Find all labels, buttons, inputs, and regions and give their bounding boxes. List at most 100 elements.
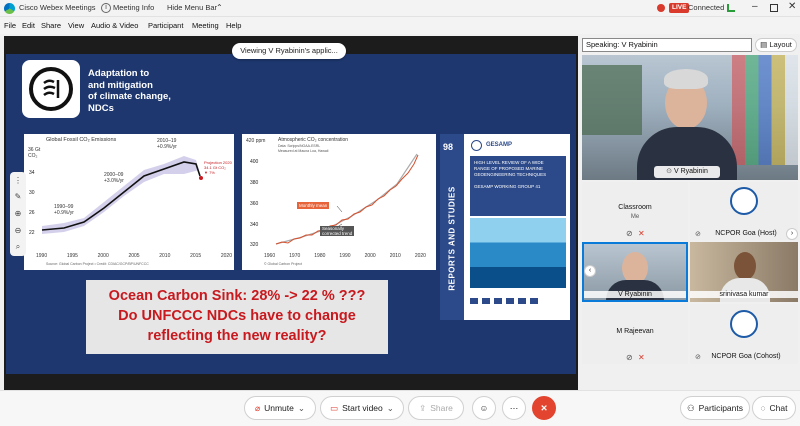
layout-icon: ▤ [760, 40, 768, 49]
annotate-icon[interactable]: ✎ [15, 192, 22, 201]
chart2-xtick: 1980 [314, 253, 326, 259]
meeting-info-button[interactable]: Meeting Info [113, 3, 154, 12]
scroll-right-button[interactable]: › [786, 228, 798, 240]
menu-file[interactable]: File [4, 21, 16, 30]
participants-button[interactable]: ⚇ Participants [680, 396, 750, 420]
unmute-button[interactable]: ⌀ Unmute ⌄ [244, 396, 316, 420]
maximize-icon[interactable] [770, 4, 778, 12]
chart2-source: © Global Carbon Project [264, 262, 302, 266]
viewing-label[interactable]: Viewing V Ryabinin's applic... [232, 43, 346, 59]
chart1-annotation-line: +0.9%/yr [157, 144, 177, 150]
title-bar: Cisco Webex Meetings i Meeting Info Hide… [0, 0, 800, 17]
zoom-out-icon[interactable]: ⊖ [15, 226, 22, 235]
speaking-indicator: Speaking: V Ryabinin [582, 38, 752, 52]
menu-share[interactable]: Share [41, 21, 61, 30]
chart2-ytick: 340 [250, 222, 259, 228]
more-options-button[interactable]: ⋯ [502, 396, 526, 420]
chart1-annotation: 2000–09 +3.0%/yr [104, 172, 124, 184]
close-icon[interactable]: ✕ [788, 1, 796, 12]
speaker-mic-icon: ⊙ [666, 168, 673, 175]
partner-logo-icon [482, 298, 490, 304]
menu-meeting[interactable]: Meeting [192, 21, 219, 30]
chart1-unit-line: CO₂ [28, 153, 38, 159]
info-icon[interactable]: i [101, 3, 111, 13]
participant-tile-active[interactable]: V Ryabinin [582, 242, 688, 302]
active-speaker-video[interactable]: ⊙ V Ryabinin [582, 55, 798, 180]
flags-background [582, 65, 642, 135]
unfccc-logo [22, 60, 80, 118]
chart1-xtick: 2000 [97, 253, 109, 259]
emissions-chart-svg [41, 156, 203, 234]
chart2-title: Atmospheric CO₂ concentration [278, 137, 349, 143]
close-icon: ✕ [540, 402, 548, 413]
more-icon: ⋯ [509, 402, 519, 413]
mute-icon: ⊘ [626, 229, 633, 238]
search-icon[interactable]: ⌕ [16, 242, 20, 252]
participant-tile[interactable]: NCPOR Goa (Cohost) ⊘ [690, 304, 798, 364]
end-meeting-button[interactable]: ✕ [532, 396, 556, 420]
chevron-down-icon[interactable]: ⌄ [387, 403, 394, 414]
menu-help[interactable]: Help [226, 21, 241, 30]
connection-status: Connected [688, 3, 725, 12]
minimize-icon[interactable]: – [752, 1, 758, 12]
partner-logo-icon [494, 298, 502, 304]
chart1-unit: 36 Gt CO₂ [28, 147, 40, 159]
participant-name: Classroom [618, 204, 652, 211]
participant-tile[interactable]: M Rajeevan ⊘ ✕ [582, 304, 688, 364]
chart2-xticks: 1960 1970 1980 1990 2000 2010 2020 [264, 253, 426, 259]
gesamp-logo-icon [471, 140, 482, 151]
report-logos [470, 296, 566, 306]
report-illustration [470, 218, 566, 288]
menu-audio-video[interactable]: Audio & Video [91, 21, 138, 30]
annotation-toolbar: ⋮ ✎ ⊕ ⊖ ⌕ [10, 172, 26, 256]
participant-tile[interactable]: NCPOR Goa (Host) ⊘ [690, 182, 798, 240]
chart1-xtick: 1995 [66, 253, 78, 259]
emissions-chart: Global Fossil CO₂ Emissions 36 Gt CO₂ 34 … [24, 134, 234, 270]
webex-logo-icon [4, 3, 15, 14]
participant-face [734, 252, 756, 280]
co2-concentration-chart: 420 ppm Atmospheric CO₂ concentration Da… [242, 134, 436, 270]
drag-handle-icon[interactable]: ⋮ [14, 176, 22, 185]
layout-button[interactable]: ▤ Layout [755, 38, 797, 52]
mic-muted-icon: ✕ [638, 229, 645, 238]
chat-icon: ◌ [760, 403, 766, 413]
chart2-subtitle-line: Data: Scripps/NOAA-ESRL [278, 144, 321, 148]
chart1-annotation-line: +0.9%/yr [54, 210, 74, 216]
chart1-ytick: 34 [29, 170, 35, 176]
chat-label: Chat [769, 403, 788, 413]
report-cover: 98 REPORTS AND STUDIES GESAMP HIGH LEVEL… [440, 134, 570, 320]
share-label: Share [430, 403, 453, 413]
corrected-trend-label: Seasonally corrected trend [320, 226, 355, 236]
menu-edit[interactable]: Edit [22, 21, 35, 30]
menu-view[interactable]: View [68, 21, 84, 30]
chat-button[interactable]: ◌ Chat [752, 396, 796, 420]
hide-menu-bar-button[interactable]: Hide Menu Bar [167, 3, 217, 12]
chart1-xticks: 1990 1995 2000 2005 2010 2015 2020 [36, 253, 232, 259]
chart1-annotation: 1990–99 +0.9%/yr [54, 204, 74, 216]
chart1-ytick: 26 [29, 210, 35, 216]
chart2-xtick: 1990 [339, 253, 351, 259]
participants-icon: ⚇ [686, 402, 695, 413]
reactions-button[interactable]: ☺ [472, 396, 496, 420]
report-title-line: GEOENGINEERING TECHNIQUES [474, 172, 547, 177]
participant-tile[interactable]: Classroom Me ⊘ ✕ [582, 182, 688, 240]
slide-callout: Ocean Carbon Sink: 28% -> 22 % ??? Do UN… [86, 280, 388, 354]
participant-tile[interactable]: srinivasa kumar [690, 242, 798, 302]
share-button[interactable]: ⇪ Share [408, 396, 464, 420]
scroll-left-button[interactable]: ‹ [584, 265, 596, 277]
unmute-label: Unmute [264, 403, 294, 413]
microphone-muted-icon: ⌀ [254, 402, 261, 413]
menu-participant[interactable]: Participant [148, 21, 183, 30]
live-badge: LIVE [669, 3, 690, 13]
report-title-block: HIGH LEVEL REVIEW OF A WIDE RANGE OF PRO… [470, 156, 566, 216]
chart1-source: Source: Global Carbon Project • Credit: … [46, 262, 149, 266]
chart2-xtick: 1960 [264, 253, 276, 259]
app-title: Cisco Webex Meetings [19, 3, 96, 12]
zoom-in-icon[interactable]: ⊕ [15, 209, 22, 218]
chart1-ytick: 22 [29, 230, 35, 236]
chevron-down-icon[interactable]: ⌄ [298, 403, 305, 414]
start-video-button[interactable]: ▭ Start video ⌄ [320, 396, 404, 420]
chart2-subtitle-line: Measured at Mauna Loa, Hawaii [278, 148, 329, 153]
layout-label: Layout [769, 40, 792, 49]
menu-bar: File Edit Share View Audio & Video Parti… [0, 17, 800, 34]
